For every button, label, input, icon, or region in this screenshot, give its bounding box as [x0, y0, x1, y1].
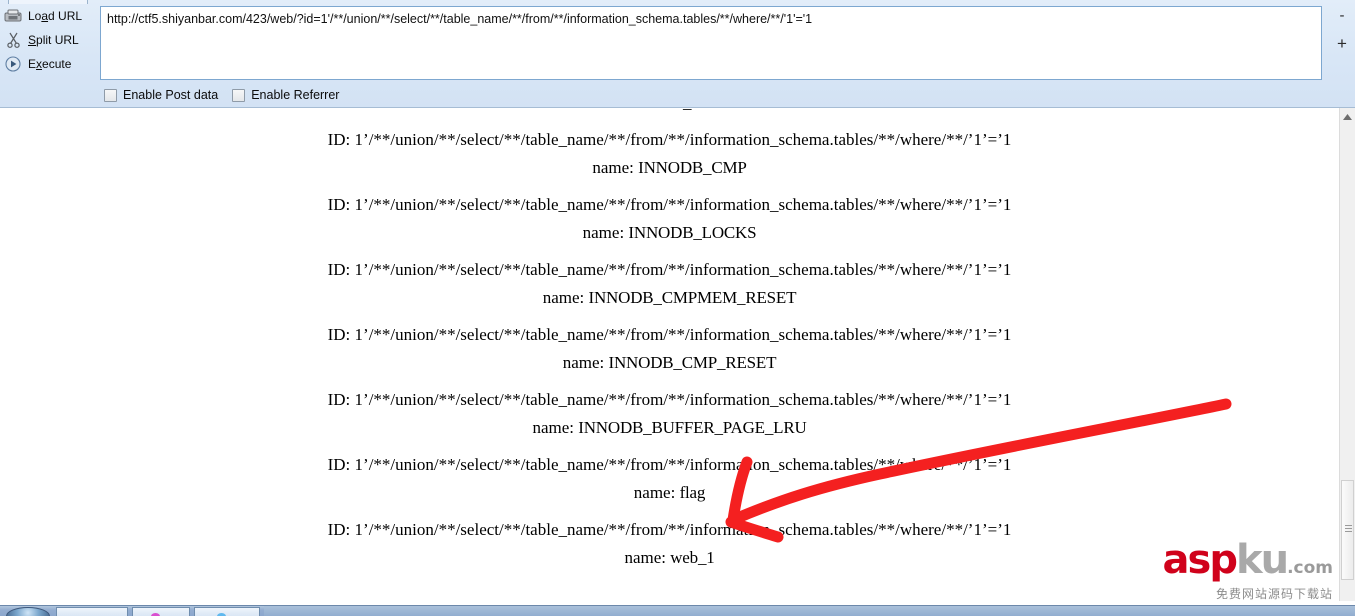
- taskbar-empty-strip[interactable]: [264, 606, 1355, 616]
- taskbar-item[interactable]: [56, 607, 128, 616]
- record-id-value: 1’/**/union/**/select/**/table_name/**/f…: [354, 325, 1012, 344]
- load-url-button[interactable]: Load URL: [0, 4, 92, 28]
- split-url-button[interactable]: Split URL: [0, 28, 92, 52]
- record-id-value: 1’/**/union/**/select/**/table_name/**/f…: [354, 260, 1012, 279]
- scrollbar-grip-icon: [1345, 525, 1352, 532]
- record-name-value: INNODB_LOCKS: [628, 223, 757, 242]
- execute-play-icon: [2, 54, 24, 74]
- browser-content-area: ID: 1’/**/union/**/select/**/table_name/…: [0, 108, 1339, 605]
- record-id-value: 1’/**/union/**/select/**/table_name/**/f…: [354, 195, 1012, 214]
- record-name-value: INNODB_CMPMEM: [618, 108, 767, 112]
- hackbar-toolbar: Load URL Split URL Execute http://ctf5.s…: [0, 0, 1355, 108]
- record-id-label: ID:: [327, 260, 355, 279]
- windows-taskbar: [0, 605, 1355, 616]
- record-id-value: 1’/**/union/**/select/**/table_name/**/f…: [354, 390, 1012, 409]
- sql-results-list: ID: 1’/**/union/**/select/**/table_name/…: [0, 108, 1339, 581]
- result-record: ID: 1’/**/union/**/select/**/table_name/…: [0, 321, 1339, 386]
- record-id-line: ID: 1’/**/union/**/select/**/table_name/…: [0, 516, 1339, 544]
- record-name-line: name: web_1: [0, 544, 1339, 571]
- aspku-watermark: aspku.com 免费网站源码下载站: [1163, 540, 1333, 602]
- vertical-scrollbar[interactable]: [1339, 108, 1355, 605]
- record-id-line: ID: 1’/**/union/**/select/**/table_name/…: [0, 126, 1339, 154]
- record-name-value: INNODB_CMPMEM_RESET: [588, 288, 797, 307]
- record-name-line: name: INNODB_CMPMEM: [0, 108, 1339, 116]
- url-input[interactable]: [100, 6, 1322, 80]
- zoom-in-button[interactable]: +: [1334, 35, 1350, 53]
- record-id-line: ID: 1’/**/union/**/select/**/table_name/…: [0, 321, 1339, 349]
- record-id-line: ID: 1’/**/union/**/select/**/table_name/…: [0, 451, 1339, 479]
- record-id-label: ID:: [327, 520, 355, 539]
- load-url-label: Load URL: [28, 9, 83, 23]
- record-id-label: ID:: [327, 325, 355, 344]
- watermark-brand-red: asp: [1162, 537, 1238, 583]
- result-record: ID: 1’/**/union/**/select/**/table_name/…: [0, 108, 1339, 126]
- zoom-out-button[interactable]: -: [1334, 8, 1350, 25]
- execute-label: Execute: [28, 57, 72, 71]
- record-name-label: name:: [562, 353, 609, 372]
- enable-referrer-checkbox[interactable]: Enable Referrer: [232, 88, 339, 102]
- record-id-label: ID:: [327, 455, 355, 474]
- result-record: ID: 1’/**/union/**/select/**/table_name/…: [0, 126, 1339, 191]
- taskbar-item[interactable]: [194, 607, 260, 616]
- enable-post-data-checkbox[interactable]: Enable Post data: [104, 88, 218, 102]
- record-id-label: ID:: [327, 390, 355, 409]
- result-record: ID: 1’/**/union/**/select/**/table_name/…: [0, 516, 1339, 581]
- record-name-line: name: INNODB_BUFFER_PAGE_LRU: [0, 414, 1339, 441]
- execute-button[interactable]: Execute: [0, 52, 92, 76]
- watermark-brand: aspku.com: [1163, 540, 1333, 587]
- start-button[interactable]: [6, 607, 50, 616]
- scroll-up-arrow-icon[interactable]: [1340, 108, 1355, 125]
- record-name-label: name:: [624, 548, 671, 567]
- load-url-icon: [2, 6, 24, 26]
- enable-post-data-label: Enable Post data: [123, 88, 219, 102]
- record-name-line: name: INNODB_CMPMEM_RESET: [0, 284, 1339, 311]
- record-name-label: name:: [592, 158, 639, 177]
- watermark-brand-gray: ku: [1235, 537, 1289, 583]
- record-name-value: INNODB_CMP_RESET: [608, 353, 777, 372]
- result-record: ID: 1’/**/union/**/select/**/table_name/…: [0, 191, 1339, 256]
- record-id-line: ID: 1’/**/union/**/select/**/table_name/…: [0, 256, 1339, 284]
- watermark-subtitle: 免费网站源码下载站: [1215, 587, 1333, 601]
- scissors-icon: [2, 30, 24, 50]
- record-name-label: name:: [633, 483, 680, 502]
- record-name-label: name:: [572, 108, 618, 112]
- checkbox-box[interactable]: [104, 88, 117, 102]
- hackbar-options: Enable Post data Enable Referrer: [104, 88, 339, 102]
- record-name-line: name: INNODB_CMP: [0, 154, 1339, 181]
- hackbar-command-list: Load URL Split URL Execute: [0, 4, 92, 84]
- record-id-value: 1’/**/union/**/select/**/table_name/**/f…: [354, 455, 1012, 474]
- record-id-value: 1’/**/union/**/select/**/table_name/**/f…: [354, 520, 1012, 539]
- record-id-label: ID:: [327, 130, 355, 149]
- record-name-label: name:: [582, 223, 629, 242]
- record-name-label: name:: [532, 418, 579, 437]
- record-name-label: name:: [542, 288, 589, 307]
- enable-referrer-label: Enable Referrer: [251, 88, 340, 102]
- record-name-line: name: INNODB_CMP_RESET: [0, 349, 1339, 376]
- record-id-value: 1’/**/union/**/select/**/table_name/**/f…: [354, 130, 1012, 149]
- result-record: ID: 1’/**/union/**/select/**/table_name/…: [0, 256, 1339, 321]
- watermark-domain: .com: [1287, 558, 1333, 578]
- record-name-value: flag: [679, 483, 706, 502]
- record-name-value: web_1: [670, 548, 715, 567]
- record-name-value: INNODB_BUFFER_PAGE_LRU: [578, 418, 807, 437]
- record-name-line: name: flag: [0, 479, 1339, 506]
- record-id-label: ID:: [327, 195, 355, 214]
- record-id-line: ID: 1’/**/union/**/select/**/table_name/…: [0, 191, 1339, 219]
- record-id-line: ID: 1’/**/union/**/select/**/table_name/…: [0, 386, 1339, 414]
- result-record: ID: 1’/**/union/**/select/**/table_name/…: [0, 386, 1339, 451]
- record-name-value: INNODB_CMP: [638, 158, 747, 177]
- taskbar-item[interactable]: [132, 607, 190, 616]
- checkbox-box[interactable]: [232, 88, 246, 102]
- result-record: ID: 1’/**/union/**/select/**/table_name/…: [0, 451, 1339, 516]
- split-url-label: Split URL: [28, 33, 79, 47]
- scrollbar-thumb[interactable]: [1341, 480, 1354, 580]
- record-name-line: name: INNODB_LOCKS: [0, 219, 1339, 246]
